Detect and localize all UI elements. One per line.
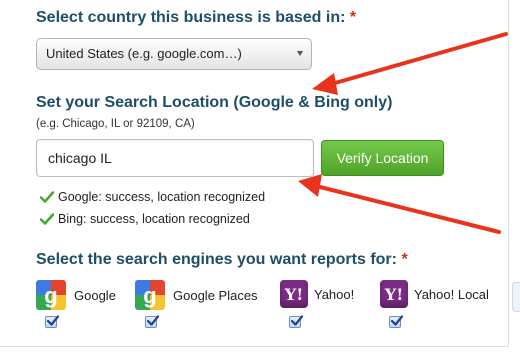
search-location-input[interactable] xyxy=(36,139,314,177)
engine-google[interactable]: g Google xyxy=(36,280,116,310)
required-mark: * xyxy=(349,9,357,26)
yahoo-local-icon: Y! xyxy=(380,280,408,308)
engine-google-label: Google xyxy=(74,287,116,303)
engine-yahoo-local[interactable]: Y! Yahoo! Local xyxy=(380,280,489,308)
chevron-down-icon xyxy=(297,51,303,56)
svg-text:g: g xyxy=(44,283,57,308)
engine-google-places-label: Google Places xyxy=(173,287,258,303)
svg-text:g: g xyxy=(143,283,156,308)
engine-yahoo[interactable]: Y! Yahoo! xyxy=(280,280,354,308)
checkmark-icon xyxy=(290,315,304,326)
form-panel: Select country this business is based in… xyxy=(0,0,509,347)
yahoo-local-checkbox[interactable] xyxy=(389,315,404,328)
google-places-icon: g xyxy=(135,280,165,310)
engine-yahoo-local-label: Yahoo! Local xyxy=(414,286,489,302)
checkmark-icon xyxy=(390,315,404,326)
country-select-value: United States (e.g. google.com…) xyxy=(46,46,242,61)
google-status: Google: success, location recognized xyxy=(40,190,265,204)
yahoo-checkbox[interactable] xyxy=(289,315,304,328)
location-heading: Set your Search Location (Google & Bing … xyxy=(36,94,393,111)
checkmark-icon xyxy=(146,315,160,326)
engine-yahoo-label: Yahoo! xyxy=(314,286,355,302)
verify-location-button[interactable]: Verify Location xyxy=(321,140,444,176)
bing-status-text: Bing: success, location recognized xyxy=(58,212,250,226)
checkmark-icon xyxy=(46,315,60,326)
check-icon xyxy=(40,213,54,225)
google-status-text: Google: success, location recognized xyxy=(58,190,266,204)
engines-heading: Select the search engines you want repor… xyxy=(36,251,408,269)
check-icon xyxy=(40,191,54,203)
engines-heading-text: Select the search engines you want repor… xyxy=(36,251,397,268)
location-hint: (e.g. Chicago, IL or 92109, CA) xyxy=(36,118,195,130)
google-icon: g xyxy=(36,280,66,310)
engine-google-places[interactable]: g Google Places xyxy=(135,280,258,310)
partial-engine-tile xyxy=(512,282,520,312)
country-heading: Select country this business is based in… xyxy=(36,9,356,27)
google-places-checkbox[interactable] xyxy=(145,315,160,328)
bing-status: Bing: success, location recognized xyxy=(40,212,250,226)
google-checkbox[interactable] xyxy=(45,315,60,328)
country-select[interactable]: United States (e.g. google.com…) xyxy=(36,38,312,70)
country-heading-text: Select country this business is based in… xyxy=(36,9,346,26)
yahoo-icon: Y! xyxy=(280,280,308,308)
required-mark: * xyxy=(401,251,408,268)
